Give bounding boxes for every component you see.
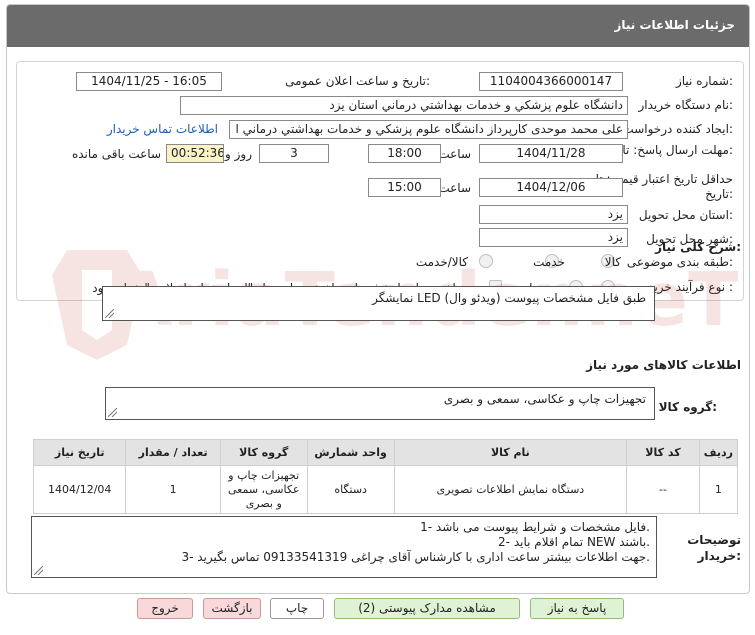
print-button[interactable]: چاپ <box>270 598 324 619</box>
table-header-row: ردیف کد کالا نام کالا واحد شمارش گروه کا… <box>32 439 739 466</box>
page-title: جزئیات اطلاعات نیاز <box>614 18 735 32</box>
notes-field[interactable]: 1- فایل مشخصات و شرایط پیوست می باشد. 2-… <box>31 516 657 578</box>
requester-field[interactable]: علی محمد موحدی کارپرداز دانشگاه علوم پزش… <box>229 120 628 139</box>
table-row: 1 -- دستگاه نمایش اطلاعات تصویری دستگاه … <box>32 465 739 514</box>
goods-info-title: اطلاعات کالاهای مورد نیاز <box>586 358 741 372</box>
cell-quantity: 1 <box>125 465 221 514</box>
resize-handle-icon[interactable] <box>108 408 117 417</box>
remaining-label: ساعت باقی مانده <box>71 147 161 161</box>
notes-label: توضیحات خریدار: <box>687 533 741 563</box>
cell-need-date: 1404/12/04 <box>32 465 127 514</box>
col-unit: واحد شمارش <box>306 439 395 466</box>
description-text: نمایشگر LED (ویدئو وال) طبق فایل مشخصات … <box>372 291 646 305</box>
goods-group-label: گروه کالا: <box>658 400 717 414</box>
col-quantity: تعداد / مقدار <box>125 439 221 466</box>
cell-unit: دستگاه <box>306 465 395 514</box>
requester-label: ایجاد کننده درخواست: <box>622 122 733 136</box>
cell-row-number: 1 <box>698 465 739 514</box>
send-deadline-time-label: ساعت <box>438 147 471 161</box>
send-deadline-time[interactable]: 18:00 <box>368 144 441 163</box>
resize-handle-icon[interactable] <box>105 309 114 318</box>
goods-group-field[interactable]: تجهیزات چاپ و عکاسی، سمعی و بصری <box>105 387 655 420</box>
col-goods-name: نام کالا <box>393 439 628 466</box>
buyer-contact-link[interactable]: اطلاعات تماس خریدار <box>107 122 218 136</box>
back-button[interactable]: بازگشت <box>203 598 261 619</box>
need-number-label: شماره نیاز: <box>675 74 733 88</box>
goods-group-text: تجهیزات چاپ و عکاسی، سمعی و بصری <box>443 392 646 406</box>
goods-table: ردیف کد کالا نام کالا واحد شمارش گروه کا… <box>32 439 739 514</box>
province-label: استان محل تحویل: <box>638 208 733 222</box>
panel-header: جزئیات اطلاعات نیاز <box>7 5 749 47</box>
cell-goods-name: دستگاه نمایش اطلاعات تصویری <box>393 465 628 514</box>
notes-line-2: 2- تمام اقلام باید NEW باشند. <box>498 535 650 549</box>
province-field[interactable]: یزد <box>479 205 628 224</box>
cell-goods-code: -- <box>626 465 700 514</box>
col-goods-group: گروه کالا <box>219 439 308 466</box>
validity-time-label: ساعت <box>438 181 471 195</box>
resize-handle-icon[interactable] <box>34 566 43 575</box>
category-both-radio[interactable] <box>479 254 493 268</box>
announce-label: تاریخ و ساعت اعلان عمومی: <box>285 74 430 88</box>
cell-goods-group: تجهیزات چاپ و عکاسی، سمعی و بصری <box>219 465 308 514</box>
buyer-org-field[interactable]: دانشگاه علوم پزشکي و خدمات بهداشتي درمان… <box>180 96 628 115</box>
days-label: روز و <box>225 147 252 161</box>
days-field[interactable]: 3 <box>259 144 329 163</box>
validity-date[interactable]: 1404/12/06 <box>479 178 623 197</box>
notes-line-1: 1- فایل مشخصات و شرایط پیوست می باشد. <box>420 520 650 534</box>
col-need-date: تاریخ نیاز <box>32 439 127 466</box>
send-deadline-date[interactable]: 1404/11/28 <box>479 144 623 163</box>
validity-time[interactable]: 15:00 <box>368 178 441 197</box>
buyer-org-label: نام دستگاه خریدار: <box>638 98 734 112</box>
view-documents-button[interactable]: مشاهده مدارک پیوستی (2) <box>334 598 520 619</box>
notes-line-3: 3- جهت اطلاعات بیشتر ساعت اداری با کارشن… <box>181 550 650 564</box>
process-label: نوع فرآیند خرید : <box>648 280 733 294</box>
city-field[interactable]: یزد <box>479 228 628 247</box>
category-service-label: خدمت <box>533 255 565 269</box>
need-info-box: شماره نیاز: 1104004366000147 تاریخ و ساع… <box>16 61 744 301</box>
announce-field[interactable]: 1404/11/25 - 16:05 <box>76 72 222 91</box>
category-goods-label: کالا <box>604 255 621 269</box>
description-field[interactable]: نمایشگر LED (ویدئو وال) طبق فایل مشخصات … <box>102 286 655 321</box>
exit-button[interactable]: خروج <box>137 598 193 619</box>
reply-button[interactable]: پاسخ به نیاز <box>530 598 624 619</box>
remaining-time-field: 00:52:36 <box>166 144 224 163</box>
col-goods-code: کد کالا <box>626 439 700 466</box>
description-label: شرح کلی نیاز: <box>655 240 741 254</box>
need-number-field[interactable]: 1104004366000147 <box>479 72 623 91</box>
category-label: طبقه بندی موضوعی: <box>626 255 733 269</box>
col-row-number: ردیف <box>698 439 739 466</box>
category-both-label: کالا/خدمت <box>415 255 468 269</box>
